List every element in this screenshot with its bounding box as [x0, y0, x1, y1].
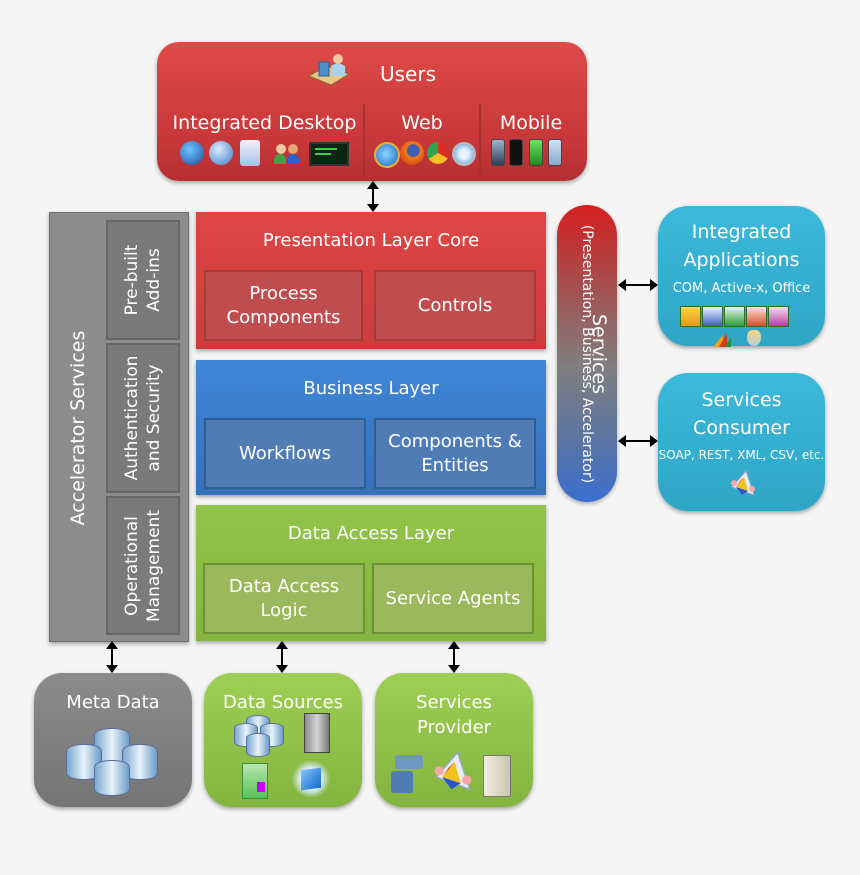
terminal-icon: [309, 142, 349, 166]
prebuilt-addins-line1: Pre-built: [122, 244, 142, 316]
opmgmt-line1: Operational: [122, 515, 142, 616]
sql-server-icon: [747, 330, 761, 346]
data-access-layer: Data Access Layer Data Access Logic Servi…: [196, 505, 546, 641]
accelerator-services: Accelerator Services Pre-built Add-ins Au…: [49, 212, 189, 642]
biztalk-icon: [430, 747, 476, 801]
services-consumer-title2: Consumer: [693, 417, 790, 439]
services-consumer-title1: Services: [701, 389, 782, 411]
components-entities-line1: Components &: [388, 430, 522, 452]
integrated-apps-title1: Integrated: [691, 221, 792, 243]
powerpoint-icon: [746, 306, 767, 327]
firefox-icon: [400, 141, 424, 165]
integrated-applications: Integrated Applications COM, Active-x, O…: [658, 206, 825, 347]
auth-line2: and Security: [144, 364, 164, 472]
data-access-logic-line2: Logic: [260, 599, 308, 621]
data-access-logic-line1: Data Access: [228, 575, 340, 597]
blackberry-icon: [548, 139, 562, 166]
services-provider: Services Provider: [375, 673, 533, 807]
business-layer: Business Layer Workflows Components & Ent…: [196, 360, 546, 495]
software-box-icon: [242, 763, 268, 799]
components-entities-line2: Entities: [421, 454, 489, 476]
authentication-security: Authentication and Security: [106, 343, 180, 493]
chrome-icon: [427, 142, 449, 164]
service-agents: Service Agents: [372, 563, 534, 634]
arrow-dal-data-sources: [276, 641, 288, 673]
arrow-users-presentation: [367, 181, 379, 212]
process-components-line1: Process: [249, 282, 318, 304]
mobile-label: Mobile: [499, 112, 563, 134]
controls-label: Controls: [417, 294, 493, 316]
network-icon: [391, 755, 427, 795]
arrow-services-integrated-apps: [618, 279, 658, 291]
services-provider-title1: Services: [416, 692, 492, 713]
server-tower-icon: [483, 755, 511, 797]
services-provider-title2: Provider: [416, 717, 492, 738]
globe-icon: [209, 141, 233, 165]
iphone-icon: [509, 139, 523, 166]
data-access-logic: Data Access Logic: [203, 563, 365, 634]
data-sources: Data Sources: [204, 673, 362, 807]
dynamics-icon: [713, 332, 733, 347]
data-access-title: Data Access Layer: [287, 523, 455, 544]
integrated-apps-subtitle: COM, Active-x, Office: [672, 281, 811, 296]
controls: Controls: [374, 270, 536, 341]
service-agents-label: Service Agents: [385, 587, 521, 609]
phone-icon: [491, 139, 505, 166]
outlook-icon: [240, 140, 260, 166]
operational-management: Operational Management: [106, 496, 180, 635]
prebuilt-addins: Pre-built Add-ins: [106, 220, 180, 340]
prebuilt-addins-line2: Add-ins: [144, 248, 164, 312]
data-sources-title: Data Sources: [223, 692, 343, 713]
services-consumer-subtitle: SOAP, REST, XML, CSV, etc.: [658, 448, 825, 462]
safari-icon: [452, 142, 476, 166]
arrow-dal-services-provider: [448, 641, 460, 673]
windows-icon: [180, 141, 204, 165]
components-entities: Components & Entities: [374, 418, 536, 489]
web-label: Web: [401, 112, 443, 134]
services-title: Services: [588, 313, 610, 394]
meta-data: Meta Data: [34, 673, 192, 807]
onenote-icon: [768, 306, 789, 327]
database-cluster-icon: [62, 728, 162, 798]
integrated-desktop-label: Integrated Desktop: [172, 112, 357, 134]
outlook-icon: [680, 306, 701, 327]
business-title: Business Layer: [303, 378, 439, 399]
services-consumer: Services Consumer SOAP, REST, XML, CSV, …: [658, 373, 825, 511]
process-components-line2: Components: [226, 306, 341, 328]
opmgmt-line2: Management: [144, 509, 164, 622]
word-icon: [702, 306, 723, 327]
arrow-services-consumer: [618, 435, 658, 447]
meta-data-title: Meta Data: [66, 692, 160, 713]
excel-icon: [724, 306, 745, 327]
accelerator-title: Accelerator Services: [67, 330, 89, 526]
biztalk-icon: [728, 469, 758, 501]
presentation-layer: Presentation Layer Core Process Component…: [196, 212, 546, 349]
android-phone-icon: [529, 139, 543, 166]
services-bar: (Presentation, Business, Accelerator) Se…: [557, 205, 617, 502]
workflows: Workflows: [204, 418, 366, 489]
presentation-title: Presentation Layer Core: [262, 230, 480, 251]
database-cluster-icon: [232, 715, 292, 760]
process-components: Process Components: [204, 270, 363, 341]
internet-explorer-icon: [374, 142, 400, 168]
users-box: Users Integrated Desktop Web Mobile: [157, 42, 587, 181]
windows-azure-icon: [290, 761, 332, 797]
messenger-icon: [274, 140, 302, 166]
auth-line1: Authentication: [122, 355, 142, 481]
arrow-accelerator-metadata: [106, 641, 118, 673]
users-title: Users: [379, 62, 436, 86]
server-icon: [304, 713, 330, 753]
workflows-label: Workflows: [238, 442, 332, 464]
integrated-apps-title2: Applications: [683, 249, 800, 271]
